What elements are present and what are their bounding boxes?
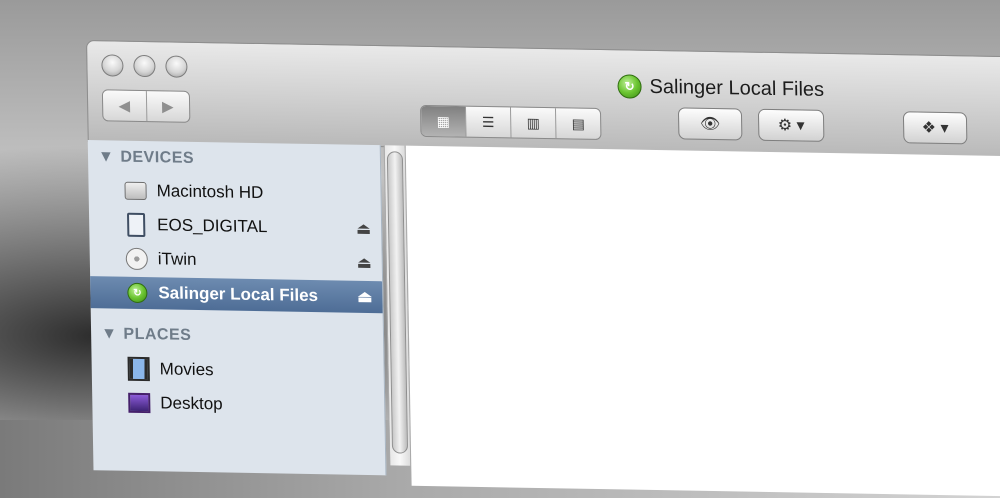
coverflow-view-button[interactable]: ▤ (554, 108, 601, 139)
places-header-label: PLACES (123, 325, 192, 344)
column-view-button[interactable]: ▥ (509, 107, 556, 139)
window-title: ↻ Salinger Local Files (617, 74, 824, 102)
network-volume-icon: ↻ (126, 282, 148, 304)
eject-icon[interactable]: ⏏ (356, 219, 371, 239)
sidebar-item-macintosh-hd[interactable]: Macintosh HD (88, 174, 381, 211)
list-icon: ☰ (481, 113, 495, 130)
window-controls (101, 54, 188, 78)
sidebar-item-label: iTwin (157, 249, 197, 269)
sidebar-item-itwin[interactable]: iTwin ⏏ (90, 242, 383, 279)
quick-look-button[interactable]: 👁 (677, 107, 743, 141)
coverflow-icon: ▤ (571, 114, 585, 132)
movies-icon (127, 356, 150, 382)
forward-icon: ▶ (161, 98, 174, 116)
devices-header-label: DEVICES (120, 148, 195, 167)
icon-view-button[interactable]: ▦ (420, 105, 466, 137)
sidebar-item-movies[interactable]: Movies (91, 352, 384, 389)
sidebar-item-label: Salinger Local Files (158, 283, 319, 306)
disc-icon (125, 247, 148, 271)
back-button[interactable]: ◀ (103, 90, 146, 121)
disclosure-icon: ▼ (97, 148, 115, 166)
grid-icon: ▦ (436, 112, 450, 129)
navigation-buttons: ◀ ▶ (101, 89, 191, 123)
zoom-button[interactable] (165, 55, 188, 78)
finder-window: ↻ Salinger Local Files ◀ ▶ ▦ ☰ ▥ ▤ 👁 ⚙ ▾… (86, 40, 1000, 498)
close-button[interactable] (101, 54, 124, 77)
memory-card-icon (125, 212, 147, 238)
columns-icon: ▥ (526, 114, 540, 131)
sidebar-item-label: EOS_DIGITAL (157, 215, 268, 237)
gear-icon: ⚙ ▾ (777, 117, 805, 135)
action-menu-button[interactable]: ⚙ ▾ (757, 108, 825, 142)
sidebar-item-desktop[interactable]: Desktop (92, 386, 385, 423)
sidebar-item-label: Movies (159, 359, 214, 380)
disclosure-icon: ▼ (100, 325, 118, 343)
eject-icon[interactable]: ⏏ (357, 287, 372, 307)
volume-icon: ↻ (617, 74, 642, 99)
back-icon: ◀ (118, 97, 131, 115)
view-switcher: ▦ ☰ ▥ ▤ (419, 104, 602, 141)
eye-icon: 👁 (699, 115, 721, 134)
sidebar-item-label: Desktop (160, 393, 223, 414)
eject-icon[interactable]: ⏏ (356, 253, 371, 273)
toolbar: ↻ Salinger Local Files ◀ ▶ ▦ ☰ ▥ ▤ 👁 ⚙ ▾… (86, 40, 1000, 159)
scrollbar-thumb[interactable] (386, 151, 409, 454)
sidebar-item-eos-digital[interactable]: EOS_DIGITAL ⏏ (89, 208, 382, 245)
sidebar-item-label: Macintosh HD (156, 181, 264, 203)
minimize-button[interactable] (133, 54, 156, 78)
places-section-header[interactable]: ▼ PLACES (101, 325, 192, 345)
devices-section-header[interactable]: ▼ DEVICES (98, 148, 194, 168)
sidebar: ▼ DEVICES Macintosh HD EOS_DIGITAL ⏏ iTw… (87, 140, 387, 476)
dropbox-menu-button[interactable]: ❖ ▾ (902, 111, 968, 145)
list-view-button[interactable]: ☰ (464, 106, 511, 138)
file-browser-content (405, 145, 1000, 498)
dropbox-icon: ❖ ▾ (921, 119, 949, 138)
hard-drive-icon (124, 180, 147, 202)
desktop-icon (128, 392, 151, 414)
forward-button[interactable]: ▶ (145, 91, 190, 122)
window-title-text: Salinger Local Files (649, 75, 825, 101)
sidebar-item-salinger-local-files[interactable]: ↻ Salinger Local Files ⏏ (90, 276, 383, 314)
